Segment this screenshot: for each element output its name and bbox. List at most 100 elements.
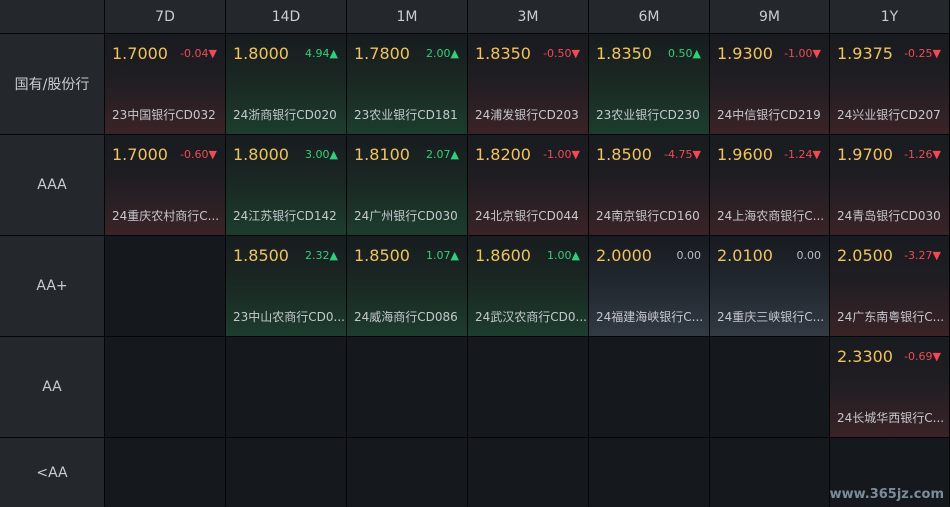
empty-cell [226,438,346,507]
rate-cell[interactable]: 1.7000 -0.60▼ 24重庆农村商行C... [105,135,225,235]
rate-cell[interactable]: 2.3300 -0.69▼ 24长城华西银行C... [830,337,949,437]
rate-value: 1.8350 [475,44,531,63]
rate-change: 4.94▲ [305,47,338,60]
rate-cell[interactable]: 1.8350 -0.50▼ 24浦发银行CD203 [468,34,588,134]
rate-cell[interactable]: 1.8350 0.50▲ 23农业银行CD230 [589,34,709,134]
instrument-name: 24重庆农村商行C... [112,209,220,223]
rate-cell[interactable]: 2.0100 0.00 24重庆三峡银行C... [710,236,829,336]
instrument-name: 24上海农商银行C... [717,209,825,223]
empty-cell [105,236,225,336]
rate-value: 1.8500 [233,246,289,265]
rate-change: -3.27▼ [904,249,941,262]
rate-value: 2.3300 [837,347,893,366]
rate-change: -1.00▼ [543,148,580,161]
instrument-name: 24中信银行CD219 [717,108,821,122]
rate-change: -1.24▼ [784,148,821,161]
rate-cell[interactable]: 1.7000 -0.04▼ 23中国银行CD032 [105,34,225,134]
instrument-name: 24南京银行CD160 [596,209,700,223]
rate-cell[interactable]: 1.7800 2.00▲ 23农业银行CD181 [347,34,467,134]
column-header-1m[interactable]: 1M [347,0,467,33]
rate-change: -0.60▼ [180,148,217,161]
empty-cell [468,337,588,437]
instrument-name: 24北京银行CD044 [475,209,579,223]
instrument-name: 23中国银行CD032 [112,108,216,122]
rate-change: -0.69▼ [904,350,941,363]
row-label: AA+ [0,236,104,336]
rate-change: 0.00 [676,249,702,262]
column-header-9m[interactable]: 9M [710,0,829,33]
rate-change: 1.07▲ [426,249,459,262]
empty-cell [710,337,829,437]
rate-value: 1.8200 [475,145,531,164]
rate-cell[interactable]: 2.0500 -3.27▼ 24广东南粤银行C... [830,236,949,336]
rate-cell[interactable]: 2.0000 0.00 24福建海峡银行C... [589,236,709,336]
rate-value: 1.9700 [837,145,893,164]
column-header-6m[interactable]: 6M [589,0,709,33]
rate-change: 2.00▲ [426,47,459,60]
row-label: AA [0,337,104,437]
rate-value: 1.7000 [112,145,168,164]
rate-cell[interactable]: 1.9600 -1.24▼ 24上海农商银行C... [710,135,829,235]
rate-cell[interactable]: 1.8600 1.00▲ 24武汉农商行CD0... [468,236,588,336]
empty-cell [226,337,346,437]
rate-change: -0.50▼ [543,47,580,60]
empty-cell [347,337,467,437]
rate-value: 1.9600 [717,145,773,164]
rate-change: 0.50▲ [668,47,701,60]
rate-value: 1.8500 [596,145,652,164]
instrument-name: 24威海商行CD086 [354,310,458,324]
instrument-name: 24青岛银行CD030 [837,209,941,223]
empty-cell [468,438,588,507]
rate-value: 1.8500 [354,246,410,265]
empty-cell [347,438,467,507]
column-header-7d[interactable]: 7D [105,0,225,33]
rate-value: 2.0000 [596,246,652,265]
rate-change: -4.75▼ [664,148,701,161]
rate-change: 3.00▲ [305,148,338,161]
empty-cell [105,337,225,437]
rate-change: -0.04▼ [180,47,217,60]
rate-change: -1.00▼ [784,47,821,60]
instrument-name: 23中山农商行CD0... [233,310,345,324]
instrument-name: 24浦发银行CD203 [475,108,579,122]
rate-cell[interactable]: 1.8200 -1.00▼ 24北京银行CD044 [468,135,588,235]
instrument-name: 24广州银行CD030 [354,209,458,223]
empty-cell [589,438,709,507]
rate-change: 0.00 [796,249,822,262]
rate-value: 1.8350 [596,44,652,63]
instrument-name: 24武汉农商行CD0... [475,310,587,324]
column-header-1y[interactable]: 1Y [830,0,949,33]
rate-cell[interactable]: 1.8000 4.94▲ 24浙商银行CD020 [226,34,346,134]
corner-header-cell [0,0,104,33]
rate-change: 2.07▲ [426,148,459,161]
rate-cell[interactable]: 1.8000 3.00▲ 24江苏银行CD142 [226,135,346,235]
rate-change: 2.32▲ [305,249,338,262]
rate-value: 2.0500 [837,246,893,265]
rate-cell[interactable]: 1.9700 -1.26▼ 24青岛银行CD030 [830,135,949,235]
rate-cell[interactable]: 1.8500 -4.75▼ 24南京银行CD160 [589,135,709,235]
instrument-name: 24广东南粤银行C... [837,310,945,324]
row-label: <AA [0,438,104,507]
rate-value: 1.8000 [233,44,289,63]
rate-value: 1.7000 [112,44,168,63]
rate-cell[interactable]: 1.8100 2.07▲ 24广州银行CD030 [347,135,467,235]
instrument-name: 24长城华西银行C... [837,411,945,425]
rate-change: -1.26▼ [904,148,941,161]
empty-cell [710,438,829,507]
column-header-14d[interactable]: 14D [226,0,346,33]
rate-change: -0.25▼ [904,47,941,60]
column-header-3m[interactable]: 3M [468,0,588,33]
watermark: www.365jz.com [829,487,944,502]
instrument-name: 23农业银行CD230 [596,108,700,122]
rate-cell[interactable]: 1.8500 2.32▲ 23中山农商行CD0... [226,236,346,336]
empty-cell [105,438,225,507]
rate-cell[interactable]: 1.8500 1.07▲ 24威海商行CD086 [347,236,467,336]
rate-cell[interactable]: 1.9300 -1.00▼ 24中信银行CD219 [710,34,829,134]
row-label: AAA [0,135,104,235]
instrument-name: 24福建海峡银行C... [596,310,704,324]
rate-value: 1.7800 [354,44,410,63]
instrument-name: 24浙商银行CD020 [233,108,337,122]
rate-value: 1.8100 [354,145,410,164]
rate-cell[interactable]: 1.9375 -0.25▼ 24兴业银行CD207 [830,34,949,134]
instrument-name: 23农业银行CD181 [354,108,458,122]
